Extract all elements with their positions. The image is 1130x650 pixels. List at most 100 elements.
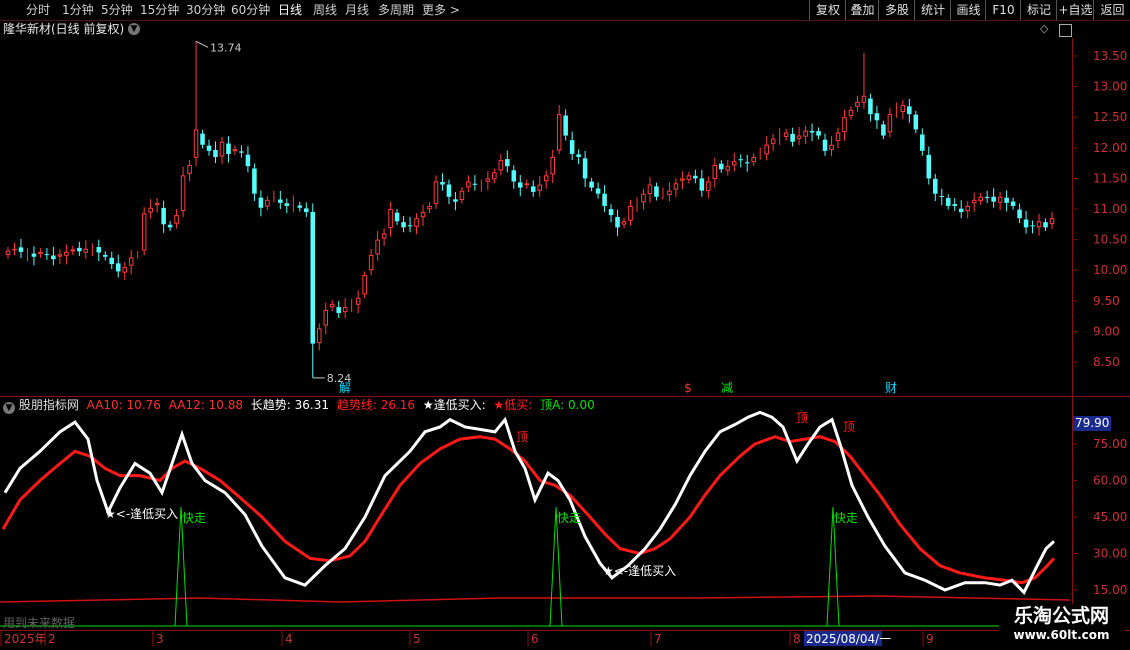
candle-body-down: [401, 222, 406, 228]
candle-body-down: [1017, 209, 1022, 219]
candle-body-up: [368, 254, 374, 271]
candle-body-down: [602, 193, 607, 206]
candle-body-up: [265, 199, 270, 207]
candle-body-down: [239, 151, 244, 153]
chart-canvas: 13.50 13.00 12.50 12.00 11.50 11.00 10.50 10.00…: [0, 38, 1130, 646]
price-tick-label: 13.00: [1093, 80, 1127, 94]
long-trend-line-white: [3, 410, 1056, 595]
candle-body-down: [939, 195, 945, 197]
future-data-note: 用到未来数据: [3, 616, 76, 630]
candle-body-down: [933, 178, 938, 194]
candle-body-down: [945, 198, 951, 206]
aa10-value: AA10: 10.76: [86, 398, 161, 412]
candle-body-up: [193, 129, 199, 158]
candle-body-down: [518, 182, 523, 188]
candle-body-down: [563, 115, 568, 136]
candle-body-up: [731, 161, 737, 166]
candle-body-up: [673, 183, 679, 190]
candle-body-up: [122, 267, 127, 273]
candle-body-down: [336, 307, 341, 314]
candle-body-up: [783, 132, 789, 137]
candle-body-up: [83, 248, 89, 253]
candle-body-down: [284, 203, 290, 206]
candle-body-up: [329, 303, 335, 308]
candle-body-up: [38, 251, 43, 255]
watermark-title: 乐淘公式网: [1013, 605, 1109, 627]
candle-body-up: [316, 328, 322, 344]
candle-body-down: [790, 133, 795, 142]
indicator-tick-label: 30.00: [1093, 547, 1127, 561]
top-a-value: 顶A: 0.00: [540, 398, 595, 412]
candle-body-up: [355, 297, 361, 305]
candle-body-down: [310, 212, 316, 344]
candle-body-up: [621, 221, 627, 225]
candle-body-down: [505, 159, 510, 167]
candle-body-down: [213, 149, 218, 157]
candle-body-up: [485, 178, 491, 182]
price-tick-label: 10.00: [1093, 263, 1127, 277]
candle-body-up: [524, 183, 530, 186]
candle-body-up: [628, 205, 633, 221]
price-tick-label: 9.50: [1093, 294, 1120, 308]
price-tick-label: 10.50: [1093, 233, 1127, 247]
candle-body-up: [433, 181, 439, 205]
candle-body-down: [589, 181, 594, 188]
candle-body-up: [543, 175, 549, 182]
candle-body-down: [394, 212, 400, 222]
candle-body-up: [855, 101, 860, 107]
candle-body-up: [680, 178, 685, 181]
candle-body-down: [952, 204, 958, 206]
candle-body-up: [381, 233, 387, 239]
candle-body-up: [848, 109, 854, 117]
indicator-dropdown-icon[interactable]: ▼: [3, 402, 15, 414]
candle-body-up: [900, 104, 906, 112]
indicator-tick-label: 60.00: [1093, 474, 1127, 488]
candle-body-up: [550, 156, 555, 175]
candle-body-down: [958, 208, 964, 213]
candle-body-down: [582, 158, 588, 179]
candle-body-up: [375, 239, 380, 255]
price-tick-label: 11.00: [1093, 202, 1127, 216]
candle-body-up: [427, 205, 432, 210]
candle-body-up: [997, 196, 1003, 203]
event-marker-1: $: [684, 381, 692, 395]
candle-body-down: [881, 124, 886, 136]
candle-body-down: [297, 205, 303, 208]
candle-body-down: [738, 159, 744, 161]
candle-body-down: [809, 130, 815, 133]
candle-body-down: [719, 163, 724, 170]
candle-body-up: [725, 166, 731, 171]
candle-body-down: [1004, 197, 1009, 203]
candle-body-down: [920, 134, 925, 151]
xaxis-label-4: 5: [413, 632, 421, 646]
candle-body-up: [770, 138, 776, 144]
indicator-tick-label: 15.00: [1093, 583, 1127, 597]
candle-body-up: [5, 250, 11, 256]
candle-body-down: [245, 154, 251, 167]
candle-body-up: [887, 114, 893, 133]
candle-body-up: [219, 141, 225, 157]
candle-body-up: [232, 149, 238, 152]
buy-label-2: ★<-逢低买入: [603, 564, 676, 578]
top-label-2: 顶: [843, 420, 855, 434]
watermark: 乐淘公式网 www.60lt.com: [999, 604, 1124, 644]
candle-body-down: [31, 253, 37, 257]
candle-body-down: [874, 113, 880, 121]
candle-body-down: [446, 184, 452, 197]
green-spike-0: [0, 506, 1070, 627]
xaxis-label-5: 6: [531, 632, 539, 646]
high-marker-line: [195, 40, 209, 48]
fast-label-1: 快走: [557, 511, 581, 525]
top-label-1: 顶: [516, 430, 528, 444]
candle-body-up: [498, 160, 504, 171]
candle-body-down: [77, 247, 82, 252]
high-label: 13.74: [210, 41, 242, 54]
fast-label-2: 快走: [834, 511, 858, 525]
candle-body-up: [141, 213, 147, 251]
candle-body-down: [926, 154, 932, 179]
candle-body-down: [984, 196, 990, 198]
candle-body-up: [187, 164, 192, 174]
price-tick-label: 13.50: [1093, 49, 1127, 63]
candle-body-up: [128, 257, 134, 266]
candle-body-down: [407, 225, 413, 227]
